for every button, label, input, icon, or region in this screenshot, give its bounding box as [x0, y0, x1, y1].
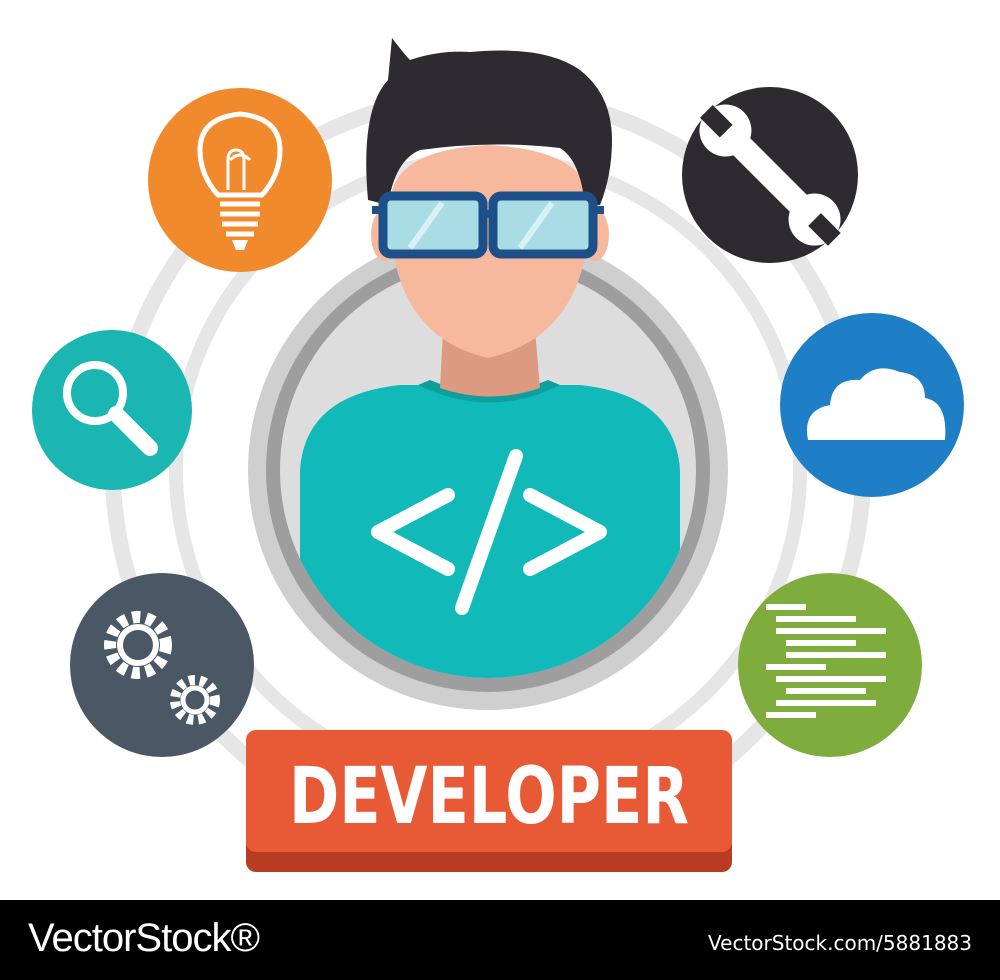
developer-label-badge: DEVELOPER: [246, 730, 732, 872]
cloud-badge: [780, 313, 964, 497]
glasses-right-lens: [488, 191, 598, 259]
magnifier-badge: [32, 330, 192, 490]
lightbulb-badge: [148, 88, 332, 272]
gears-badge: [70, 573, 254, 757]
vectorstock-logo: VectorStock®: [28, 916, 260, 960]
wrench-badge: [682, 87, 858, 263]
developer-label: DEVELOPER: [289, 752, 689, 842]
glasses-left-lens: [378, 191, 488, 259]
watermark-footer: VectorStock® VectorStock.com/5881883: [0, 900, 1000, 980]
image-id: VectorStock.com/5881883: [708, 931, 972, 955]
developer-illustration: DEVELOPER: [32, 38, 964, 872]
code-lines-badge: [738, 573, 922, 757]
